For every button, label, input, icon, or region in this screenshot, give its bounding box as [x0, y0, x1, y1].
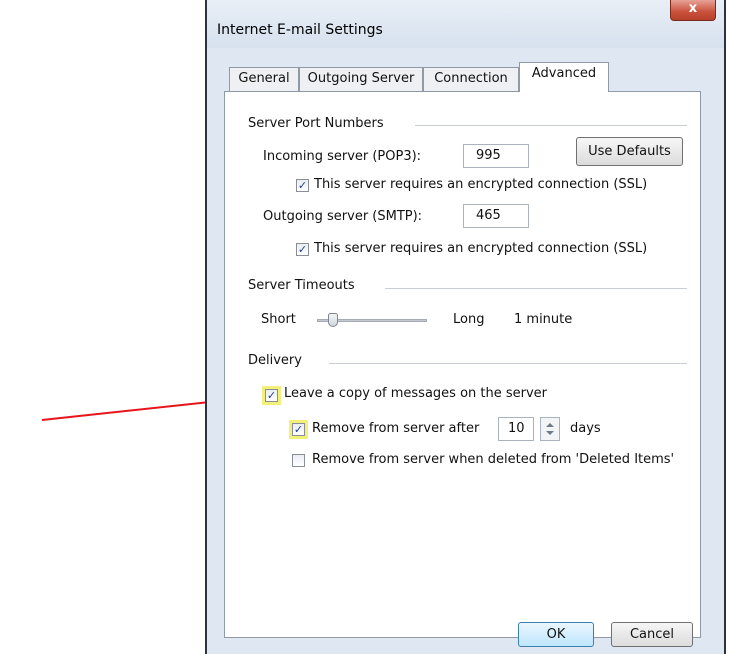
incoming-server-label: Incoming server (POP3): [263, 149, 422, 164]
tab-advanced[interactable]: Advanced [519, 62, 609, 92]
timeout-long-label: Long [453, 312, 485, 327]
divider [385, 288, 687, 289]
server-timeouts-heading: Server Timeouts [248, 278, 355, 293]
remove-after-label: Remove from server after [312, 421, 480, 436]
ok-button[interactable]: OK [518, 622, 594, 647]
leave-copy-checkbox[interactable]: ✓ [265, 389, 278, 402]
timeout-short-label: Short [261, 312, 296, 327]
days-label: days [570, 421, 601, 436]
delivery-heading: Delivery [248, 353, 302, 368]
tab-connection[interactable]: Connection [423, 67, 519, 91]
outgoing-ssl-checkbox[interactable]: ✓ [296, 243, 309, 256]
divider [415, 125, 687, 126]
incoming-ssl-label: This server requires an encrypted connec… [314, 177, 648, 192]
outgoing-port-input[interactable]: 465 [463, 204, 529, 228]
use-defaults-button[interactable]: Use Defaults [576, 137, 683, 166]
dialog-title: Internet E-mail Settings [217, 22, 383, 38]
incoming-port-input[interactable]: 995 [463, 144, 529, 168]
outgoing-ssl-label: This server requires an encrypted connec… [314, 241, 648, 256]
remove-after-days-input[interactable]: 10 [498, 417, 534, 441]
close-button[interactable]: x [670, 0, 716, 21]
timeout-slider-thumb[interactable] [328, 313, 338, 327]
tab-outgoing-server[interactable]: Outgoing Server [299, 67, 423, 91]
dialog-window: Internet E-mail Settings x General Outgo… [205, 0, 726, 654]
remove-deleted-checkbox[interactable] [292, 454, 305, 467]
outgoing-server-label: Outgoing server (SMTP): [263, 209, 423, 224]
remove-deleted-label: Remove from server when deleted from 'De… [312, 452, 675, 467]
advanced-panel: Server Port Numbers Incoming server (POP… [224, 91, 701, 647]
days-spinner[interactable] [540, 417, 560, 441]
title-bar: Internet E-mail Settings x [207, 0, 724, 48]
spin-up-icon[interactable] [546, 423, 554, 427]
timeout-value-label: 1 minute [514, 312, 573, 327]
leave-copy-label: Leave a copy of messages on the server [284, 386, 548, 401]
remove-after-checkbox[interactable]: ✓ [292, 423, 305, 436]
incoming-ssl-checkbox[interactable]: ✓ [296, 179, 309, 192]
divider [329, 363, 687, 364]
spin-down-icon[interactable] [546, 431, 554, 435]
server-ports-heading: Server Port Numbers [248, 116, 384, 131]
cancel-button[interactable]: Cancel [611, 622, 693, 647]
tab-general[interactable]: General [229, 67, 299, 91]
